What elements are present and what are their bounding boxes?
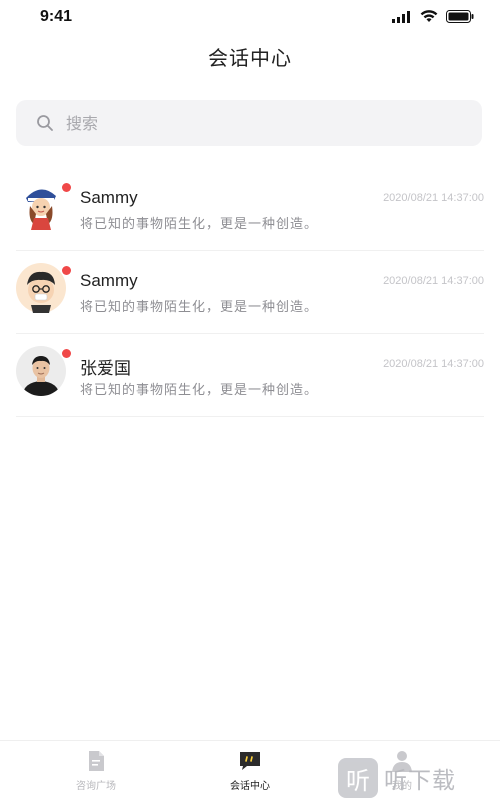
document-icon: [89, 751, 104, 771]
chat-bubble-icon: [240, 752, 260, 770]
status-time: 9:41: [40, 8, 73, 25]
wifi-icon: [420, 10, 438, 22]
conversation-name: Sammy: [80, 188, 138, 207]
conversation-list: Sammy 2020/08/21 14:37:00 将已知的事物陌生化，更是一种…: [0, 168, 500, 417]
conversation-item[interactable]: Sammy 2020/08/21 14:37:00 将已知的事物陌生化，更是一种…: [16, 168, 484, 251]
conversation-time: 2020/08/21 14:37:00: [383, 192, 484, 204]
battery-icon: [446, 10, 474, 23]
search-input[interactable]: [64, 112, 448, 134]
conversation-time: 2020/08/21 14:37:00: [383, 275, 484, 287]
cartoon-boy-avatar: [16, 263, 66, 313]
search-bar[interactable]: [16, 100, 482, 146]
tab-consult-square[interactable]: 咨询广场: [36, 749, 156, 792]
watermark-logo-icon: 听: [338, 758, 378, 798]
signal-icon: [392, 10, 410, 23]
tab-conversation-center[interactable]: 会话中心: [190, 749, 310, 792]
conversation-item[interactable]: 张爱国 2020/08/21 14:37:00 将已知的事物陌生化，更是一种创造…: [16, 334, 484, 417]
conversation-name: 张爱国: [80, 359, 131, 378]
conversation-name: Sammy: [80, 271, 138, 290]
unread-dot: [62, 183, 71, 192]
unread-dot: [62, 266, 71, 275]
search-icon: [37, 115, 53, 131]
conversation-preview: 将已知的事物陌生化，更是一种创造。: [80, 383, 319, 398]
watermark: 听 听下载: [338, 756, 494, 800]
status-icons: [392, 10, 474, 23]
conversation-preview: 将已知的事物陌生化，更是一种创造。: [80, 300, 319, 315]
cartoon-girl-avatar: [16, 180, 66, 230]
status-bar: 9:41: [0, 0, 500, 40]
unread-dot: [62, 349, 71, 358]
conversation-time: 2020/08/21 14:37:00: [383, 358, 484, 370]
tab-label: 会话中心: [230, 781, 270, 792]
tab-label: 咨询广场: [76, 781, 116, 792]
conversation-item[interactable]: Sammy 2020/08/21 14:37:00 将已知的事物陌生化，更是一种…: [16, 251, 484, 334]
photo-man-avatar: [16, 346, 66, 396]
watermark-text: 听下载: [384, 768, 456, 794]
conversation-preview: 将已知的事物陌生化，更是一种创造。: [80, 217, 319, 232]
page-title: 会话中心: [208, 48, 292, 70]
